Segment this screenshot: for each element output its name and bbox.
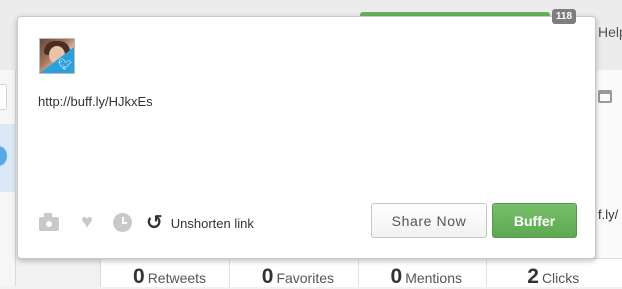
post-stats-bar: 0 Retweets 0 Favorites 0 Mentions 2 Clicks [100,258,622,288]
camera-icon[interactable] [38,211,60,233]
unshorten-link-label: Unshorten link [170,215,254,231]
undo-icon: ↺ [146,212,163,234]
profile-avatar[interactable]: 🐦︎ [39,38,75,74]
stat-mentions: 0 Mentions [359,259,488,288]
stat-favorites: 0 Favorites [230,259,359,288]
camera-lens [45,219,53,228]
stat-retweets: 0 Retweets [101,259,230,288]
stat-label: Clicks [541,270,580,286]
heart-icon[interactable]: ♥ [76,211,98,233]
clock-face [112,212,132,232]
stat-label: Mentions [405,270,462,286]
stat-value: 0 [133,265,145,288]
composer-popup: 🐦︎ http://buff.ly/HJkxEs ♥ ↺ Unshorten l… [17,16,596,259]
character-count-badge: 118 [552,9,576,24]
background-search-input[interactable] [0,84,7,110]
camera-body [39,212,59,231]
stat-clicks: 2 Clicks [487,259,622,288]
stat-label: Favorites [276,270,335,286]
stat-value: 0 [261,265,274,288]
composer-textarea[interactable]: http://buff.ly/HJkxEs [38,94,578,184]
calendar-icon[interactable] [598,90,612,103]
stat-value: 2 [527,265,539,288]
stat-value: 0 [390,265,403,288]
stat-label: Retweets [147,270,207,286]
background-post-link[interactable]: f.ly/ [598,207,618,222]
share-now-button[interactable]: Share Now [371,203,487,238]
clock-icon[interactable] [111,211,133,233]
twitter-icon: 🐦︎ [58,59,72,71]
unshorten-link-button[interactable]: ↺ Unshorten link [146,213,254,233]
buffer-button[interactable]: Buffer [492,203,577,238]
help-link[interactable]: Help [598,24,622,40]
